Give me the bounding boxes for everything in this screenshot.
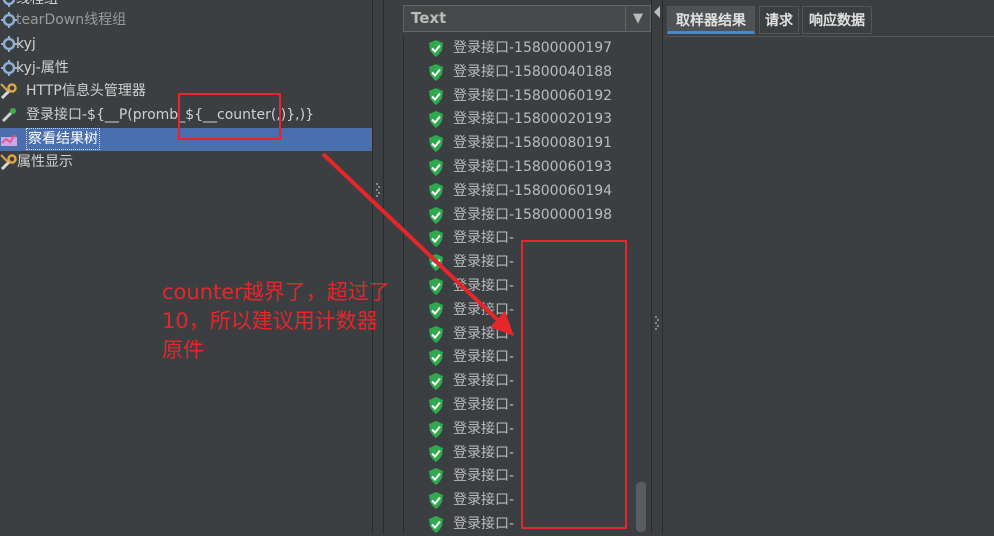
success-shield-icon [429, 206, 443, 224]
success-shield-icon [429, 87, 443, 105]
success-shield-icon [429, 254, 443, 272]
success-shield-icon [429, 492, 443, 510]
result-row-label: 登录接口-15800060194 [453, 182, 613, 199]
success-shield-icon [429, 230, 443, 248]
result-row-label: 登录接口- [453, 325, 515, 342]
annotation-line-2: 10，所以建议用计数器 [162, 309, 378, 333]
success-shield-icon [429, 111, 443, 129]
success-shield-icon [429, 159, 443, 176]
success-shield-icon [429, 182, 443, 200]
success-shield-icon [429, 325, 443, 343]
chart-icon [1, 134, 17, 146]
success-shield-icon [429, 349, 443, 367]
result-row-label: 登录接口-15800040188 [453, 63, 613, 80]
chevron-down-icon[interactable]: ▼ [625, 6, 650, 31]
result-row-label: 登录接口- [453, 373, 515, 390]
result-row-label: 登录接口- [453, 397, 515, 413]
tree-item-label: kyj [16, 36, 36, 52]
wrench-icon [0, 154, 17, 170]
wrench-icon [0, 83, 17, 99]
success-shield-icon [429, 468, 443, 486]
splitter-grip-icon [376, 183, 380, 197]
result-row-label: 登录接口- [453, 254, 515, 271]
tab-sampler-result[interactable]: 取样器结果 [667, 6, 755, 34]
result-row-label: 登录接口-15800060193 [453, 159, 613, 175]
right-splitter[interactable] [651, 0, 663, 534]
result-row-label: 登录接口-15800080191 [453, 135, 613, 152]
result-row-label: 登录接口- [453, 278, 515, 294]
splitter-grip-icon [655, 316, 659, 330]
tree-item-label: tearDown线程组 [16, 12, 127, 28]
renderer-select-value: Text [411, 9, 447, 27]
success-shield-icon [429, 40, 443, 57]
annotation-line-1: counter越界了，超过了 [162, 280, 390, 304]
result-row-label: 登录接口- [453, 230, 515, 247]
success-shield-icon [429, 135, 443, 153]
result-row-label: 登录接口- [453, 420, 515, 437]
results-scrollbar-thumb[interactable] [636, 482, 646, 532]
renderer-select[interactable]: Text ▼ [403, 5, 651, 32]
tree-item-label: kyj-属性 [16, 60, 69, 76]
result-row-label: 登录接口-15800060192 [453, 87, 613, 104]
success-shield-icon [429, 301, 443, 319]
success-shield-icon [429, 516, 443, 533]
success-shield-icon [429, 278, 443, 295]
success-shield-icon [429, 420, 443, 438]
collapse-left-icon[interactable] [653, 6, 661, 18]
result-detail-content [665, 36, 994, 535]
result-row-label: 登录接口- [453, 301, 515, 318]
result-row-label: 登录接口- [453, 349, 515, 366]
left-splitter[interactable] [372, 0, 384, 534]
success-shield-icon [429, 397, 443, 414]
result-row-label: 登录接口- [453, 444, 515, 461]
result-row-label: 登录接口-15800000197 [453, 40, 613, 56]
result-row-label: 登录接口-15800000198 [453, 206, 613, 223]
annotation-box-empty-values [521, 240, 627, 529]
result-row-label: 登录接口- [453, 492, 515, 509]
success-shield-icon [429, 63, 443, 81]
result-row-label: 登录接口-15800020193 [453, 111, 613, 128]
annotation-line-3: 原件 [162, 338, 204, 362]
tree-item-label: 察看结果树 [26, 128, 100, 150]
result-row-label: 登录接口- [453, 468, 515, 485]
success-shield-icon [429, 373, 443, 391]
success-shield-icon [429, 444, 443, 462]
annotation-box-counter [178, 93, 281, 140]
pipette-icon [1, 108, 16, 123]
tree-item-label: 属性显示 [17, 154, 73, 170]
tab-response-data[interactable]: 响应数据 [802, 6, 872, 34]
tree-item-label: HTTP信息头管理器 [26, 83, 146, 99]
annotation-note: counter越界了，超过了 10，所以建议用计数器 原件 [162, 278, 412, 365]
tab-request[interactable]: 请求 [759, 6, 799, 34]
result-row-label: 登录接口- [453, 516, 515, 532]
